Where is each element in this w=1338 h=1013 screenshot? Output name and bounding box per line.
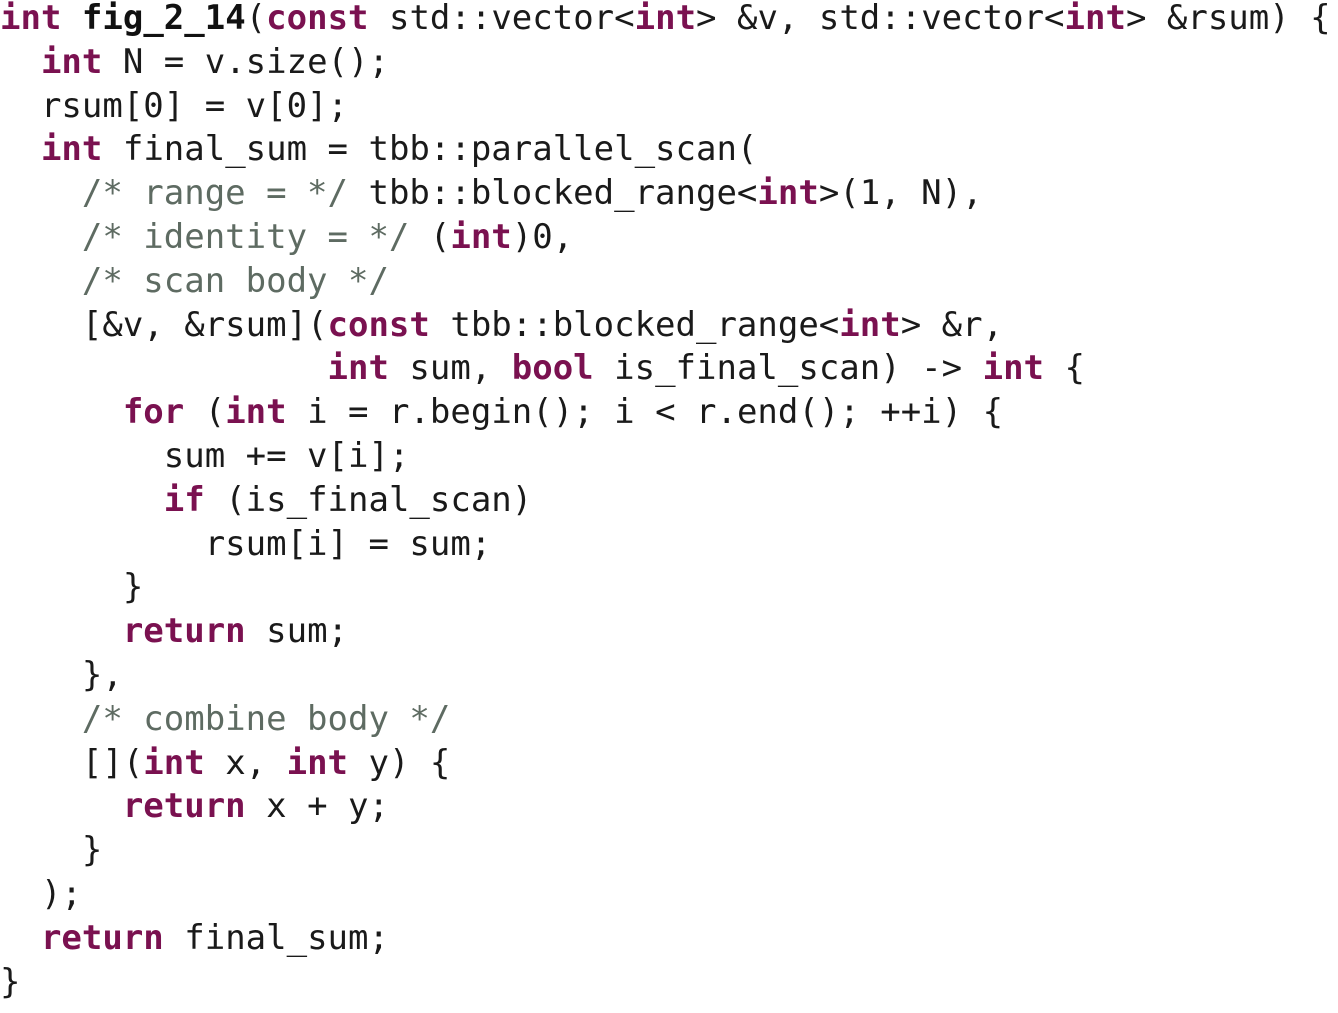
code-token: > &rsum) {	[1125, 0, 1331, 38]
code-token: }	[0, 961, 21, 1002]
code-line: rsum[i] = sum;	[0, 523, 1338, 567]
code-token: N = v.size();	[102, 41, 389, 82]
code-token: [&v, &rsum](	[0, 304, 328, 345]
code-keyword: int	[40, 129, 103, 170]
code-token: tbb::blocked_range<	[348, 173, 758, 214]
code-line: int final_sum = tbb::parallel_scan(	[0, 128, 1338, 172]
code-token: sum += v[i];	[0, 435, 410, 476]
code-token: final_sum = tbb::parallel_scan(	[102, 129, 758, 170]
code-token: (	[184, 392, 226, 433]
code-keyword: int	[839, 304, 901, 345]
code-listing: int fig_2_14(const std::vector<int> &v, …	[0, 0, 1338, 1004]
code-function-name: fig_2_14	[81, 0, 246, 38]
code-keyword: int	[225, 392, 287, 433]
code-line: [&v, &rsum](const tbb::blocked_range<int…	[0, 304, 1338, 348]
code-line: return final_sum;	[0, 917, 1338, 961]
code-line: },	[0, 654, 1338, 698]
code-line: /* scan body */	[0, 260, 1338, 304]
code-token: rsum[i] = sum;	[0, 523, 492, 564]
code-line: /* identity = */ (int)0,	[0, 216, 1338, 260]
code-keyword: int	[450, 216, 512, 257]
code-token: [](	[0, 742, 144, 783]
code-keyword: int	[40, 41, 103, 82]
code-keyword: return	[122, 786, 246, 827]
code-line: }	[0, 566, 1338, 610]
code-keyword: bool	[511, 348, 594, 389]
code-line: /* combine body */	[0, 698, 1338, 742]
code-token: i = r.begin(); i < r.end(); ++i) {	[286, 392, 1004, 433]
code-comment: /* scan body */	[81, 260, 389, 301]
code-line: return sum;	[0, 610, 1338, 654]
code-keyword: int	[634, 0, 697, 38]
code-token: }	[0, 830, 103, 871]
code-token: sum,	[388, 348, 512, 389]
code-token: }	[0, 567, 144, 608]
code-token: (	[245, 0, 267, 38]
code-line: int fig_2_14(const std::vector<int> &v, …	[0, 0, 1338, 41]
code-keyword: const	[327, 304, 430, 345]
code-comment: /* range = */	[81, 173, 348, 214]
code-keyword: int	[0, 0, 62, 38]
code-token: rsum[0] = v[0];	[0, 85, 348, 126]
code-line: rsum[0] = v[0];	[0, 85, 1338, 129]
code-token: )0,	[511, 216, 574, 257]
code-line: );	[0, 873, 1338, 917]
code-comment: /* identity = */	[81, 216, 410, 257]
code-keyword: int	[327, 348, 389, 389]
code-line: }	[0, 829, 1338, 873]
code-keyword: int	[286, 742, 349, 783]
code-token: x,	[204, 742, 287, 783]
code-token: sum;	[245, 611, 349, 652]
code-token: (is_final_scan)	[204, 479, 533, 520]
code-line: return x + y;	[0, 785, 1338, 829]
code-token: tbb::blocked_range<	[429, 304, 840, 345]
code-token: > &v, std::vector<	[696, 0, 1065, 38]
code-keyword: for	[122, 392, 185, 433]
code-token: {	[1044, 348, 1085, 389]
code-token: },	[0, 654, 123, 695]
code-keyword: return	[40, 917, 164, 958]
code-token: (	[409, 216, 451, 257]
code-keyword: if	[163, 479, 205, 520]
code-keyword: int	[1064, 0, 1126, 38]
code-token: y) {	[348, 742, 451, 783]
code-line: [](int x, int y) {	[0, 742, 1338, 786]
code-line: int sum, bool is_final_scan) -> int {	[0, 347, 1338, 391]
code-token: x + y;	[245, 786, 389, 827]
code-line: if (is_final_scan)	[0, 479, 1338, 523]
code-line: int N = v.size();	[0, 41, 1338, 85]
code-line: sum += v[i];	[0, 435, 1338, 479]
code-keyword: int	[143, 742, 205, 783]
code-comment: /* combine body */	[81, 698, 451, 739]
code-line: }	[0, 961, 1338, 1005]
code-keyword: int	[982, 348, 1045, 389]
code-token: is_final_scan) ->	[593, 348, 983, 389]
code-keyword: return	[122, 611, 246, 652]
code-token: std::vector<	[368, 0, 635, 38]
code-token: final_sum;	[163, 917, 389, 958]
code-line: for (int i = r.begin(); i < r.end(); ++i…	[0, 391, 1338, 435]
code-line: /* range = */ tbb::blocked_range<int>(1,…	[0, 172, 1338, 216]
code-token: );	[0, 873, 82, 914]
code-token: >(1, N),	[818, 173, 983, 214]
code-token: > &r,	[900, 304, 1004, 345]
code-keyword: const	[266, 0, 369, 38]
code-keyword: int	[757, 173, 819, 214]
